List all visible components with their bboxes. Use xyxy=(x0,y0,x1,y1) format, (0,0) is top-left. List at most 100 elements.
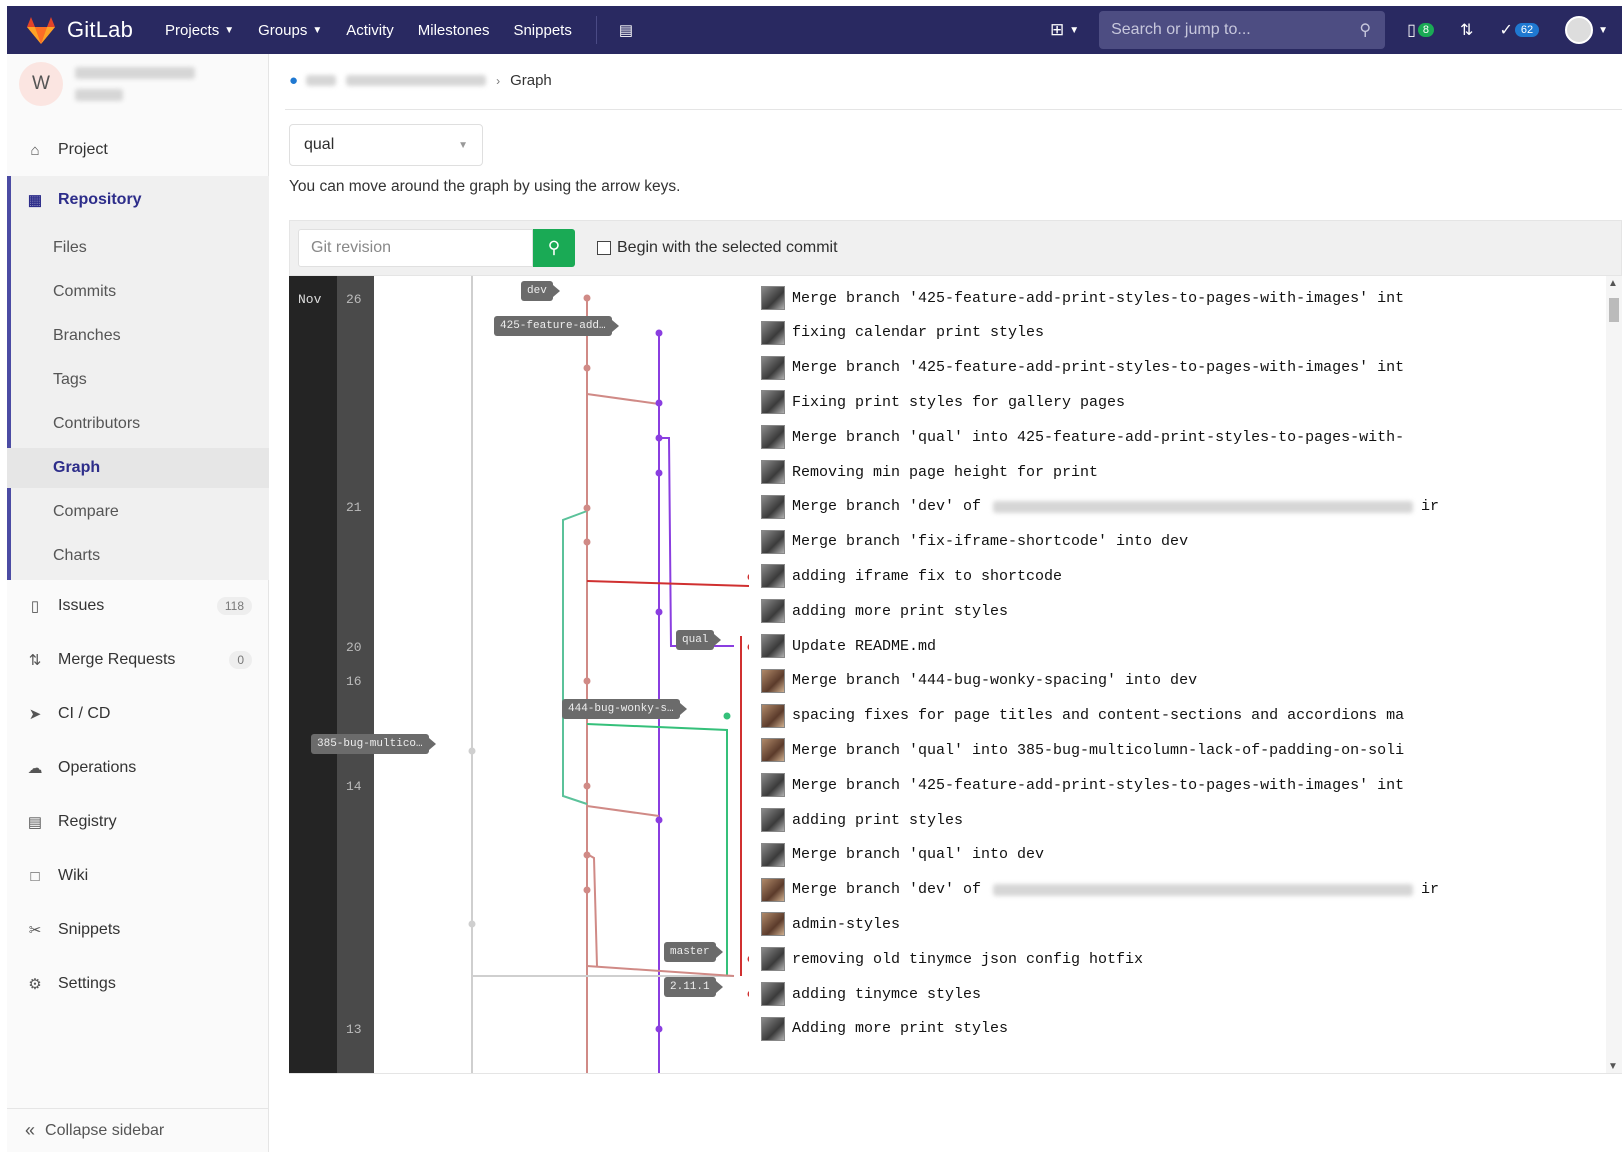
sidebar-item-graph[interactable]: Graph xyxy=(7,448,269,488)
gitlab-logo[interactable]: GitLab xyxy=(25,15,133,45)
plus-square-icon: ⊞ xyxy=(1049,20,1065,39)
network-graph[interactable]: Nov 26 21 20 16 14 13 dev 425-feature-ad… xyxy=(289,276,1622,1074)
commit-row[interactable]: Merge branch '425-feature-add-print-styl… xyxy=(761,772,1516,798)
project-header[interactable]: W xyxy=(19,62,195,106)
new-item-button[interactable]: ⊞ ▼ xyxy=(1050,20,1079,40)
todos-nav-button[interactable]: ✓ 62 xyxy=(1499,20,1540,40)
scroll-up-arrow[interactable]: ▲ xyxy=(1608,278,1618,289)
sidebar-item-merge-requests[interactable]: ⇅ Merge Requests 0 xyxy=(7,640,269,680)
merge-requests-nav-button[interactable]: ⇅ xyxy=(1460,20,1473,40)
commit-row[interactable]: adding iframe fix to shortcode xyxy=(761,563,1516,589)
sidebar-item-cicd[interactable]: ➤ CI / CD xyxy=(7,694,269,734)
user-menu[interactable]: ▼ xyxy=(1565,16,1608,44)
sidebar-item-wiki[interactable]: □ Wiki xyxy=(7,856,269,896)
commit-row[interactable]: Update README.md xyxy=(761,633,1516,659)
commit-row[interactable]: Merge branch 'fix-iframe-shortcode' into… xyxy=(761,529,1516,555)
commit-row[interactable]: Adding more print styles xyxy=(761,1016,1516,1042)
commit-row[interactable]: admin-styles xyxy=(761,911,1516,937)
commit-row[interactable]: Merge branch 'dev' of ir xyxy=(761,877,1516,903)
divider xyxy=(285,109,1622,110)
chevron-down-icon: ▼ xyxy=(224,24,235,36)
sidebar-item-commits[interactable]: Commits xyxy=(7,272,269,312)
commit-row[interactable]: Merge branch '425-feature-add-print-styl… xyxy=(761,355,1516,381)
sidebar-item-label: Issues xyxy=(58,597,105,614)
ref-select-dropdown[interactable]: qual ▼ xyxy=(289,124,483,166)
project-name-redacted xyxy=(75,67,195,79)
author-avatar xyxy=(761,286,785,310)
sidebar-item-registry[interactable]: ▤ Registry xyxy=(7,802,269,842)
nav-divider xyxy=(595,16,597,44)
sidebar-item-contributors[interactable]: Contributors xyxy=(7,404,269,444)
sidebar-item-repository[interactable]: ▦ Repository xyxy=(7,180,269,220)
nav-snippets[interactable]: Snippets xyxy=(513,22,571,39)
git-revision-input[interactable]: Git revision xyxy=(298,229,533,267)
author-avatar xyxy=(761,425,785,450)
sidebar-item-settings[interactable]: ⚙ Settings xyxy=(7,964,269,1004)
author-avatar xyxy=(761,982,785,1006)
sidebar-item-operations[interactable]: ☁ Operations xyxy=(7,748,269,788)
commit-row[interactable]: Fixing print styles for gallery pages xyxy=(761,389,1516,415)
breadcrumb-group-redacted[interactable] xyxy=(306,75,337,86)
breadcrumb-project-redacted[interactable] xyxy=(346,75,487,86)
breadcrumb-current[interactable]: Graph xyxy=(510,72,552,89)
project-avatar: W xyxy=(19,62,63,106)
commit-row[interactable]: adding tinymce styles xyxy=(761,981,1516,1007)
branch-label-qual[interactable]: qual xyxy=(676,630,722,650)
commit-message: Merge branch 'dev' of xyxy=(792,881,982,899)
tag-label-2-11-1[interactable]: 2.11.1 xyxy=(664,977,723,997)
sidebar-item-label: Wiki xyxy=(58,867,89,884)
nav-projects-label: Projects xyxy=(165,21,220,39)
sidebar-item-tags[interactable]: Tags xyxy=(7,360,269,400)
sidebar-item-label: Operations xyxy=(58,759,137,776)
commit-row[interactable]: Merge branch 'qual' into 425-feature-add… xyxy=(761,424,1516,450)
repository-section: ▦ Repository Files Commits Branches Tags … xyxy=(7,176,269,580)
git-revision-placeholder: Git revision xyxy=(311,239,392,256)
scroll-thumb[interactable] xyxy=(1609,298,1619,322)
commit-row[interactable]: Merge branch '444-bug-wonky-spacing' int… xyxy=(761,668,1516,694)
commit-row[interactable]: Merge branch 'qual' into 385-bug-multico… xyxy=(761,737,1516,763)
commit-row[interactable]: adding print styles xyxy=(761,807,1516,833)
graph-scrollbar[interactable]: ▲ ▼ xyxy=(1606,276,1622,1073)
search-button[interactable]: ⚲ xyxy=(533,229,575,267)
issues-nav-button[interactable]: ▯ 8 xyxy=(1407,20,1435,40)
home-icon: ⌂ xyxy=(30,141,40,159)
chart-icon[interactable]: ▤ xyxy=(619,21,633,39)
begin-with-selected-checkbox[interactable]: Begin with the selected commit xyxy=(597,239,838,257)
branch-label-425[interactable]: 425-feature-add… xyxy=(494,316,619,336)
commit-row[interactable]: removing old tinymce json config hotfix xyxy=(761,946,1516,972)
commit-row[interactable]: Merge branch 'dev' of ir xyxy=(761,494,1516,520)
branch-label-444[interactable]: 444-bug-wonky-s… xyxy=(562,699,687,719)
commit-row[interactable]: Merge branch 'qual' into dev xyxy=(761,842,1516,868)
commit-row[interactable]: adding more print styles xyxy=(761,598,1516,624)
scroll-down-arrow[interactable]: ▼ xyxy=(1608,1061,1618,1072)
branch-label-dev[interactable]: dev xyxy=(521,281,560,301)
sidebar-item-issues[interactable]: ▯ Issues 118 xyxy=(7,586,269,626)
nav-groups[interactable]: Groups ▼ xyxy=(258,22,322,39)
checkbox-box[interactable] xyxy=(597,241,611,255)
sidebar-item-branches[interactable]: Branches xyxy=(7,316,269,356)
author-avatar xyxy=(761,494,785,519)
sidebar-item-project[interactable]: ⌂ Project xyxy=(7,130,269,170)
search-input[interactable]: Search or jump to... ⚲ xyxy=(1099,11,1386,49)
sidebar-item-files[interactable]: Files xyxy=(7,228,269,268)
nav-projects[interactable]: Projects ▼ xyxy=(165,22,234,39)
issues-icon: ▯ xyxy=(30,598,40,615)
user-avatar xyxy=(1565,16,1594,44)
sidebar-item-charts[interactable]: Charts xyxy=(7,536,269,576)
nav-activity[interactable]: Activity xyxy=(346,22,394,39)
commit-message-tail: ir xyxy=(1421,498,1440,516)
sidebar-item-compare[interactable]: Compare xyxy=(7,492,269,532)
collapse-sidebar-button[interactable]: « Collapse sidebar xyxy=(7,1108,269,1152)
sidebar-item-snippets[interactable]: ✂ Snippets xyxy=(7,910,269,950)
commit-row[interactable]: Merge branch '425-feature-add-print-styl… xyxy=(761,285,1516,311)
commit-row[interactable]: spacing fixes for page titles and conten… xyxy=(761,703,1516,729)
branch-label-master[interactable]: master xyxy=(664,942,723,962)
nav-milestones[interactable]: Milestones xyxy=(418,22,490,39)
commit-row[interactable]: fixing calendar print styles xyxy=(761,320,1516,346)
commit-row[interactable]: Removing min page height for print xyxy=(761,459,1516,485)
author-avatar xyxy=(761,390,785,415)
author-avatar xyxy=(761,564,785,589)
redacted-repo-url xyxy=(993,500,1414,513)
document-icon: ▦ xyxy=(27,192,43,209)
branch-label-385[interactable]: 385-bug-multico… xyxy=(311,734,436,754)
